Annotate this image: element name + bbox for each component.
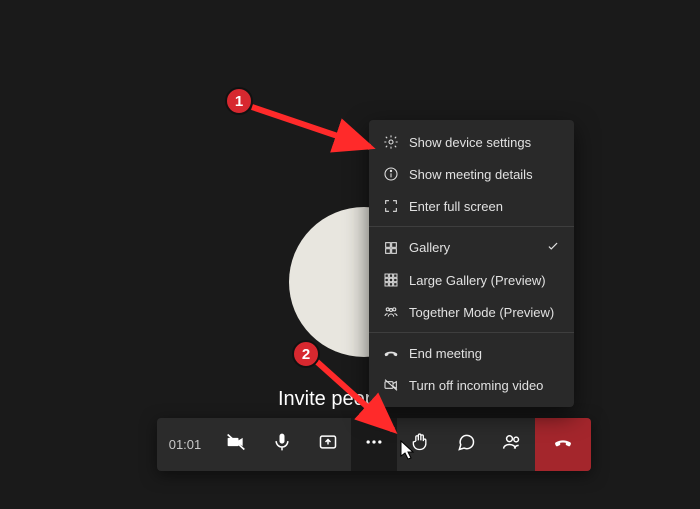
invite-people-text: Invite peop (278, 388, 376, 411)
camera-button[interactable] (213, 418, 259, 471)
check-icon (546, 239, 560, 256)
menu-gallery[interactable]: Gallery (369, 231, 574, 264)
annotation-badge-2: 2 (292, 340, 320, 368)
fullscreen-icon (383, 198, 399, 214)
gear-icon (383, 134, 399, 150)
menu-device-settings[interactable]: Show device settings (369, 126, 574, 158)
participants-button[interactable] (489, 418, 535, 471)
chat-icon (456, 432, 476, 457)
microphone-button[interactable] (259, 418, 305, 471)
more-actions-menu: Show device settings Show meeting detail… (369, 120, 574, 407)
meeting-toolbar: 01:01 (157, 418, 591, 471)
menu-separator (369, 332, 574, 333)
end-call-icon (383, 345, 399, 361)
share-button[interactable] (305, 418, 351, 471)
menu-fullscreen[interactable]: Enter full screen (369, 190, 574, 222)
more-actions-button[interactable] (351, 418, 397, 471)
call-timer: 01:01 (157, 418, 213, 471)
menu-label: End meeting (409, 346, 560, 361)
hangup-button[interactable] (535, 418, 591, 471)
chat-button[interactable] (443, 418, 489, 471)
info-icon (383, 166, 399, 182)
menu-turn-off-incoming-video[interactable]: Turn off incoming video (369, 369, 574, 401)
menu-meeting-details[interactable]: Show meeting details (369, 158, 574, 190)
menu-end-meeting[interactable]: End meeting (369, 337, 574, 369)
menu-separator (369, 226, 574, 227)
menu-label: Together Mode (Preview) (409, 305, 560, 320)
people-icon (502, 432, 522, 457)
microphone-icon (272, 432, 292, 457)
grid-3x3-icon (383, 272, 399, 288)
camera-off-icon (226, 432, 246, 457)
menu-large-gallery[interactable]: Large Gallery (Preview) (369, 264, 574, 296)
menu-label: Show device settings (409, 135, 560, 150)
together-mode-icon (383, 304, 399, 320)
ellipsis-icon (364, 432, 384, 457)
annotation-arrow-1 (240, 95, 390, 165)
grid-2x2-icon (383, 240, 399, 256)
cursor-pointer-icon (399, 440, 417, 462)
hangup-icon (553, 432, 573, 457)
video-off-icon (383, 377, 399, 393)
share-screen-icon (318, 432, 338, 457)
menu-label: Turn off incoming video (409, 378, 560, 393)
menu-label: Enter full screen (409, 199, 560, 214)
menu-label: Gallery (409, 240, 536, 255)
menu-label: Large Gallery (Preview) (409, 273, 560, 288)
menu-label: Show meeting details (409, 167, 560, 182)
annotation-badge-1: 1 (225, 87, 253, 115)
menu-together-mode[interactable]: Together Mode (Preview) (369, 296, 574, 328)
